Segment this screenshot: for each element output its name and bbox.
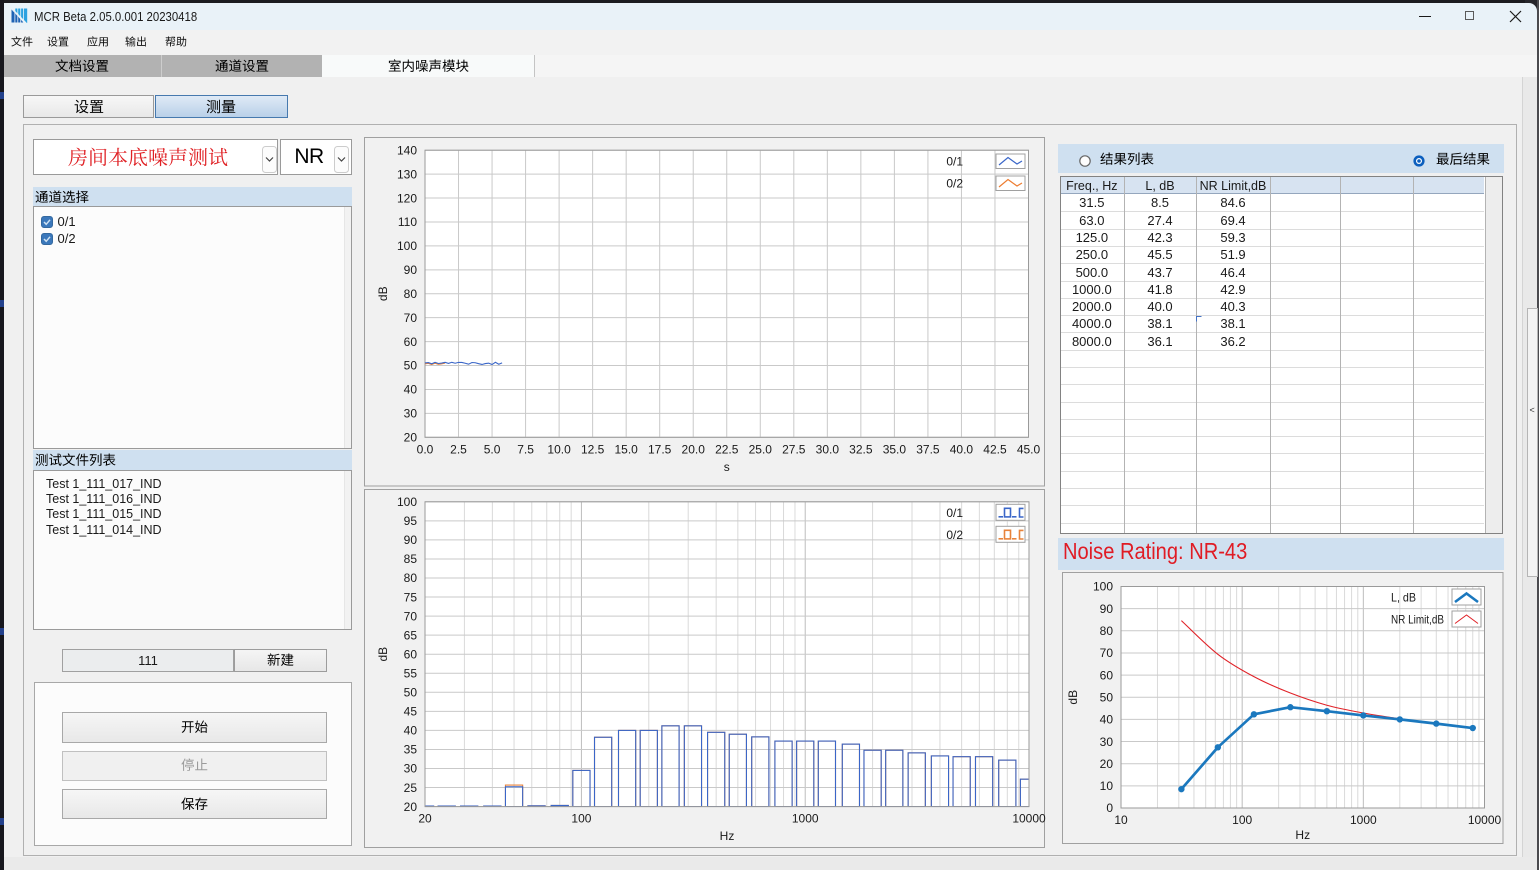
svg-text:50: 50 (1100, 690, 1114, 704)
svg-text:37.5: 37.5 (916, 442, 940, 456)
svg-text:120: 120 (397, 191, 417, 205)
svg-text:130: 130 (397, 167, 417, 181)
svg-text:10000: 10000 (1012, 812, 1046, 826)
svg-text:25.0: 25.0 (749, 442, 773, 456)
svg-text:27.5: 27.5 (782, 442, 806, 456)
svg-text:10000: 10000 (1468, 813, 1502, 827)
svg-text:100: 100 (397, 495, 417, 509)
svg-text:60: 60 (1100, 668, 1114, 682)
svg-text:45.0: 45.0 (1017, 442, 1041, 456)
svg-text:80: 80 (1100, 624, 1114, 638)
svg-text:dB: dB (376, 647, 390, 662)
svg-text:70: 70 (1100, 646, 1114, 660)
svg-text:0/2: 0/2 (946, 177, 963, 191)
svg-text:100: 100 (1093, 579, 1113, 593)
svg-text:2.5: 2.5 (450, 442, 467, 456)
svg-text:110: 110 (398, 215, 417, 229)
svg-text:0: 0 (1106, 801, 1113, 815)
svg-text:10: 10 (1114, 813, 1128, 827)
svg-text:0/1: 0/1 (946, 506, 963, 520)
svg-text:17.5: 17.5 (648, 442, 672, 456)
svg-text:70: 70 (404, 311, 418, 325)
svg-text:140: 140 (397, 143, 417, 157)
svg-text:40.0: 40.0 (950, 442, 974, 456)
svg-text:100: 100 (1232, 813, 1252, 827)
svg-text:dB: dB (376, 286, 390, 301)
svg-text:s: s (724, 460, 730, 474)
svg-text:30: 30 (404, 762, 418, 776)
svg-text:20: 20 (404, 800, 418, 814)
svg-text:20.0: 20.0 (682, 442, 706, 456)
svg-text:80: 80 (404, 287, 418, 301)
svg-text:0/2: 0/2 (946, 528, 963, 542)
svg-text:20: 20 (1100, 756, 1114, 770)
svg-text:65: 65 (404, 628, 418, 642)
svg-text:1000: 1000 (792, 812, 819, 826)
svg-text:30: 30 (1100, 734, 1114, 748)
svg-text:60: 60 (404, 335, 418, 349)
svg-text:90: 90 (1100, 601, 1114, 615)
svg-text:90: 90 (404, 263, 418, 277)
svg-text:dB: dB (1066, 689, 1080, 704)
svg-text:10.0: 10.0 (547, 442, 571, 456)
svg-text:35.0: 35.0 (883, 442, 907, 456)
svg-text:0.0: 0.0 (417, 442, 434, 456)
svg-text:15.0: 15.0 (614, 442, 638, 456)
svg-text:70: 70 (404, 609, 418, 623)
svg-text:1000: 1000 (1350, 813, 1377, 827)
svg-text:20: 20 (418, 812, 432, 826)
svg-text:45: 45 (404, 705, 418, 719)
svg-text:5.0: 5.0 (484, 442, 501, 456)
svg-text:100: 100 (571, 812, 591, 826)
svg-text:7.5: 7.5 (517, 442, 534, 456)
svg-text:10: 10 (1100, 779, 1114, 793)
svg-text:40: 40 (1100, 712, 1114, 726)
svg-text:30.0: 30.0 (816, 442, 840, 456)
svg-text:40: 40 (404, 724, 418, 738)
svg-text:90: 90 (404, 533, 418, 547)
svg-text:Hz: Hz (720, 829, 735, 843)
svg-text:85: 85 (404, 552, 418, 566)
svg-text:95: 95 (404, 514, 418, 528)
svg-text:50: 50 (404, 686, 418, 700)
svg-text:12.5: 12.5 (581, 442, 605, 456)
svg-text:80: 80 (404, 571, 418, 585)
svg-text:22.5: 22.5 (715, 442, 739, 456)
svg-text:32.5: 32.5 (849, 442, 873, 456)
svg-text:100: 100 (397, 239, 417, 253)
svg-text:35: 35 (404, 743, 418, 757)
svg-text:0/1: 0/1 (946, 155, 963, 169)
svg-text:25: 25 (404, 781, 418, 795)
svg-text:42.5: 42.5 (983, 442, 1007, 456)
svg-text:75: 75 (404, 590, 418, 604)
svg-text:L, dB: L, dB (1391, 590, 1416, 604)
svg-text:40: 40 (404, 383, 418, 397)
svg-text:55: 55 (404, 666, 418, 680)
svg-text:50: 50 (404, 359, 418, 373)
svg-text:20: 20 (404, 431, 418, 445)
svg-text:60: 60 (404, 647, 418, 661)
svg-text:NR Limit,dB: NR Limit,dB (1391, 612, 1444, 626)
svg-text:Hz: Hz (1295, 828, 1310, 842)
svg-text:30: 30 (404, 407, 418, 421)
